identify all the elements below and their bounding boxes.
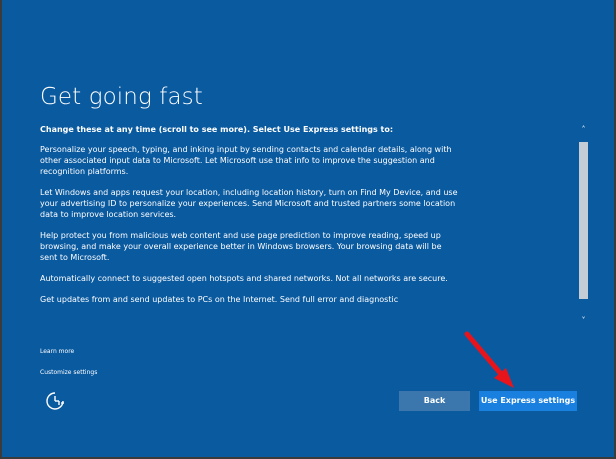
red-arrow-annotation-icon bbox=[464, 331, 514, 388]
paragraph-updates: Get updates from and send updates to PCs… bbox=[40, 295, 399, 304]
use-express-settings-button[interactable]: Use Express settings bbox=[479, 391, 577, 411]
paragraph-personalization: Personalize your speech, typing, and ink… bbox=[40, 145, 452, 176]
customize-settings-link[interactable]: Customize settings bbox=[40, 369, 97, 377]
scroll-thumb[interactable] bbox=[579, 142, 588, 299]
oobe-window: Get going fast Change these at any time … bbox=[0, 0, 616, 459]
scroll-up-arrow[interactable]: ˄ bbox=[579, 124, 588, 136]
learn-more-link[interactable]: Learn more bbox=[40, 348, 74, 356]
scroll-down-arrow[interactable]: ˅ bbox=[579, 315, 588, 327]
page-title: Get going fast bbox=[40, 84, 203, 110]
back-button[interactable]: Back bbox=[399, 391, 470, 411]
paragraph-browser-protection: Help protect you from malicious web cont… bbox=[40, 231, 442, 262]
paragraph-connectivity: Automatically connect to suggested open … bbox=[40, 274, 448, 283]
vertical-scrollbar[interactable]: ˄ ˅ bbox=[579, 124, 588, 327]
settings-description[interactable]: Change these at any time (scroll to see … bbox=[40, 124, 460, 332]
settings-subtitle: Change these at any time (scroll to see … bbox=[40, 125, 394, 134]
ease-of-access-icon[interactable] bbox=[44, 390, 66, 412]
paragraph-location: Let Windows and apps request your locati… bbox=[40, 188, 458, 219]
